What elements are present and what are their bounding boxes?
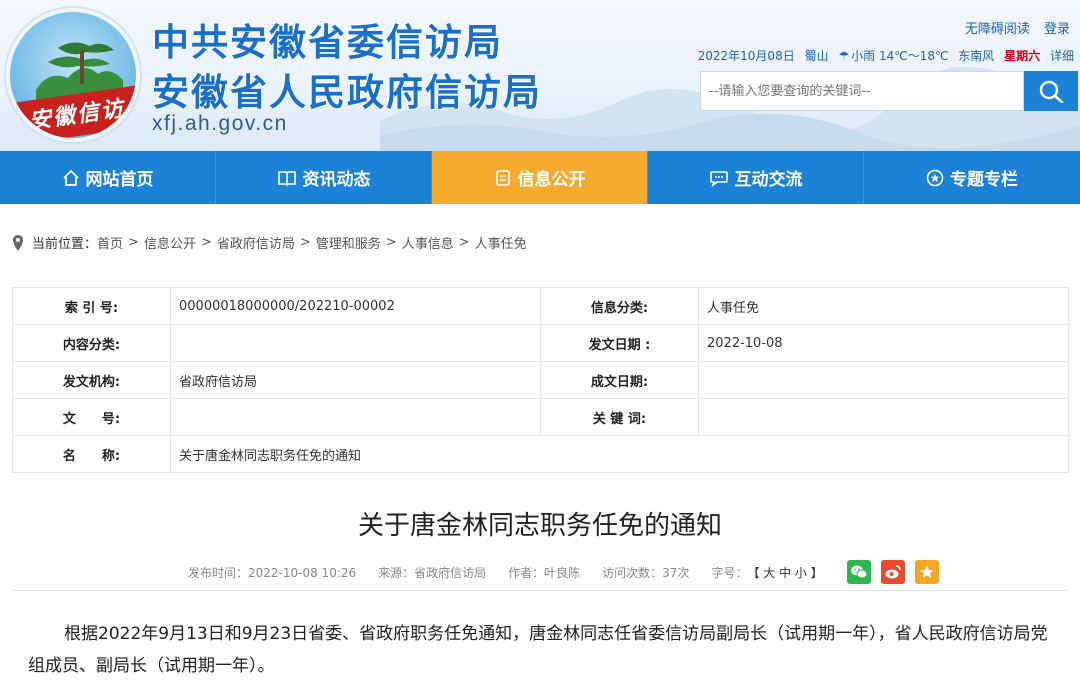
table-row: 索 引 号: 00000018000000/202210-00002 信息分类:… — [12, 287, 1069, 325]
wind-text: 东南风 — [958, 49, 995, 63]
breadcrumb: 当前位置： 首页 > 信息公开 > 省政府信访局 > 管理和服务 > 人事信息 > 人事任… — [12, 233, 527, 252]
home-icon — [62, 169, 79, 186]
search-input[interactable] — [700, 71, 1024, 111]
book-icon — [277, 170, 296, 186]
accessible-reading-link[interactable]: 无障碍阅读 — [965, 22, 1030, 37]
breadcrumb-item[interactable]: 信息公开 — [144, 233, 196, 252]
document-meta-table: 索 引 号: 00000018000000/202210-00002 信息分类:… — [12, 287, 1069, 473]
font-size-switcher[interactable]: 【 大 中 小 】 — [747, 564, 822, 581]
main-nav: 网站首页 资讯动态 信息公开 互动交流 专题专栏 — [0, 151, 1080, 204]
weekday-text: 星期六 — [1004, 49, 1041, 63]
article-title: 关于唐金林同志职务任免的通知 — [357, 511, 722, 541]
meta-value: 00000018000000/202210-00002 — [170, 287, 541, 325]
current-date: 2022年10月08日 — [697, 49, 795, 63]
weibo-share-button[interactable] — [880, 560, 905, 584]
star-circle-icon — [926, 169, 944, 186]
site-title-line2: 安徽省人民政府信访局 — [152, 71, 542, 114]
breadcrumb-item[interactable]: 人事信息 — [402, 233, 454, 252]
meta-value — [170, 398, 541, 436]
favorite-button[interactable] — [914, 560, 939, 584]
wechat-icon — [850, 565, 868, 579]
meta-key: 关 键 词: — [540, 398, 699, 436]
chat-icon — [709, 170, 728, 187]
table-row: 名 称: 关于唐金林同志职务任免的通知 — [12, 435, 1069, 473]
search-box — [700, 71, 1078, 111]
top-links: 无障碍阅读 登录 — [955, 18, 1070, 37]
article-info-bar: 发布时间：2022-10-08 10:26 来源：省政府信访局 作者：叶良陈 访… — [188, 560, 949, 584]
meta-key: 文 号: — [12, 398, 171, 436]
nav-info-public[interactable]: 信息公开 — [432, 151, 648, 204]
weather-icon: ☂ — [838, 49, 850, 63]
publish-time: 发布时间：2022-10-08 10:26 — [188, 565, 357, 580]
nav-news[interactable]: 资讯动态 — [216, 151, 432, 204]
article-divider — [12, 590, 1069, 591]
star-icon — [920, 565, 934, 578]
breadcrumb-item[interactable]: 人事任免 — [475, 233, 527, 252]
share-buttons — [846, 560, 949, 584]
nav-label: 网站首页 — [85, 170, 154, 190]
meta-value — [698, 398, 1069, 436]
table-row: 文 号: 关 键 词: — [12, 398, 1069, 436]
meta-key: 索 引 号: — [12, 287, 171, 325]
meta-value: 关于唐金林同志职务任免的通知 — [170, 435, 1069, 473]
search-button[interactable] — [1024, 71, 1078, 111]
breadcrumb-item[interactable]: 管理和服务 — [316, 233, 381, 252]
site-title-line1: 中共安徽省委信访局 — [152, 21, 503, 64]
meta-key: 信息分类: — [540, 287, 699, 325]
table-row: 发文机构: 省政府信访局 成文日期: — [12, 361, 1069, 399]
nav-label: 互动交流 — [734, 170, 803, 190]
breadcrumb-item[interactable]: 省政府信访局 — [217, 233, 295, 252]
site-header: 安徽信访 中共安徽省委信访局 安徽省人民政府信访局 xfj.ah.gov.cn … — [0, 0, 1080, 151]
visit-count: 访问次数：37次 — [602, 565, 690, 580]
breadcrumb-item[interactable]: 首页 — [97, 233, 123, 252]
search-icon — [1039, 80, 1064, 103]
nav-special[interactable]: 专题专栏 — [864, 151, 1080, 204]
site-logo[interactable]: 安徽信访 — [6, 8, 140, 142]
site-domain: xfj.ah.gov.cn — [152, 112, 288, 135]
meta-key: 成文日期: — [540, 361, 699, 399]
nav-label: 信息公开 — [517, 170, 586, 190]
meta-value: 人事任免 — [698, 287, 1069, 325]
meta-key: 内容分类: — [12, 324, 171, 362]
weather-detail-link[interactable]: 详细 — [1050, 49, 1074, 63]
breadcrumb-prefix: 当前位置： — [32, 237, 98, 252]
meta-value — [170, 324, 541, 362]
nav-home[interactable]: 网站首页 — [0, 151, 216, 204]
weather-text: 小雨 14℃～18℃ — [851, 49, 949, 63]
city-name: 蜀山 — [804, 49, 829, 63]
table-row: 内容分类: 发文日期 : 2022-10-08 — [12, 324, 1069, 362]
meta-value: 2022-10-08 — [698, 324, 1069, 362]
nav-label: 资讯动态 — [302, 170, 371, 190]
login-link[interactable]: 登录 — [1044, 22, 1070, 37]
meta-key: 发文日期 : — [540, 324, 699, 362]
wechat-share-button[interactable] — [846, 560, 871, 584]
meta-key: 名 称: — [12, 435, 171, 473]
article-source: 来源：省政府信访局 — [378, 565, 487, 580]
location-pin-icon — [13, 234, 23, 251]
nav-interaction[interactable]: 互动交流 — [648, 151, 864, 204]
date-weather-bar: 2022年10月08日 蜀山 ☂ 小雨 14℃～18℃ 东南风 星期六 详细 — [692, 47, 1074, 64]
font-size-label: 字号： — [711, 565, 748, 580]
meta-value — [698, 361, 1069, 399]
article-body: 根据2022年9月13日和9月23日省委、省政府职务任免通知，唐金林同志任省委信… — [28, 624, 1048, 676]
meta-key: 发文机构: — [12, 361, 171, 399]
meta-value: 省政府信访局 — [170, 361, 541, 399]
document-icon — [495, 169, 510, 186]
article-author: 作者：叶良陈 — [508, 565, 581, 580]
weibo-icon — [885, 565, 901, 579]
nav-label: 专题专栏 — [950, 170, 1018, 190]
